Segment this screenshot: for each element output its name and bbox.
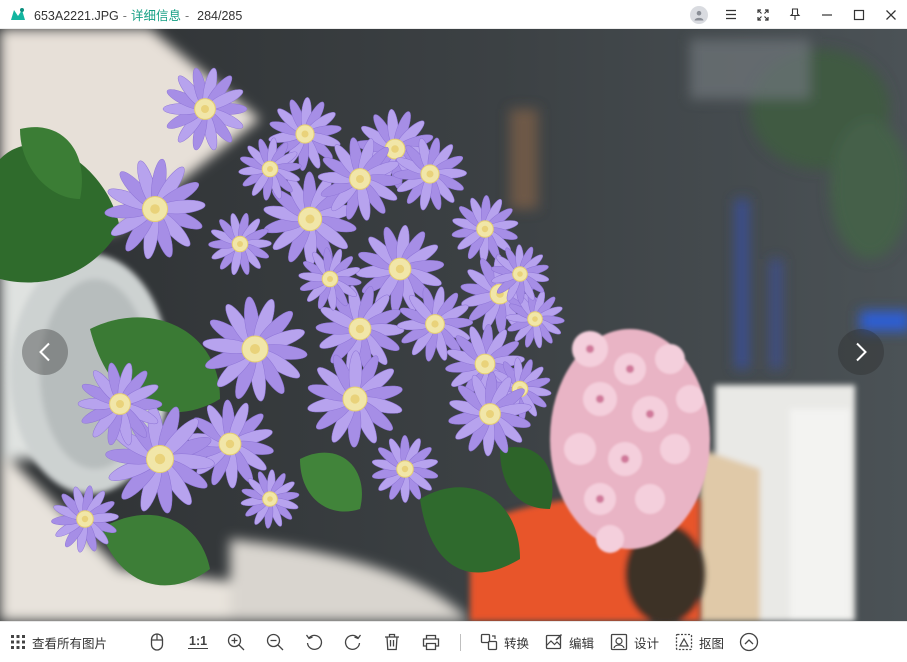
- hamburger-menu-icon: [726, 9, 736, 20]
- window-controls: [683, 0, 907, 29]
- image-viewer-window: 653A2221.JPG - 详细信息 -284/285 查看所有图片 1:1 …: [0, 0, 907, 662]
- next-image-button[interactable]: [838, 329, 884, 375]
- grid-icon: [11, 635, 25, 649]
- zoom-in-button[interactable]: [227, 622, 245, 662]
- chevron-left-icon: [39, 342, 50, 362]
- actual-size-button[interactable]: 1:1: [188, 622, 209, 662]
- fullscreen-button[interactable]: [747, 0, 779, 29]
- mouse-icon: [150, 633, 164, 651]
- cutout-label: 抠图: [699, 636, 725, 651]
- file-name: 653A2221.JPG: [34, 8, 119, 23]
- close-icon: [886, 9, 896, 20]
- menu-button[interactable]: [715, 0, 747, 29]
- cutout-button[interactable]: 抠图: [675, 622, 724, 662]
- zoom-out-icon: [266, 633, 284, 651]
- maximize-button[interactable]: [843, 0, 875, 29]
- design-label: 设计: [634, 636, 660, 651]
- account-button[interactable]: [683, 0, 715, 29]
- edit-label: 编辑: [569, 636, 595, 651]
- convert-button[interactable]: 转换: [480, 622, 529, 662]
- delete-button[interactable]: [384, 622, 400, 662]
- design-icon: [610, 633, 628, 651]
- image-counter: 284/285: [197, 8, 243, 23]
- edit-image-icon: [545, 633, 563, 650]
- zoom-in-icon: [227, 633, 245, 651]
- pin-icon: [789, 8, 801, 20]
- actual-size-label: 1:1: [188, 634, 209, 649]
- print-button[interactable]: [422, 622, 440, 662]
- window-title: 653A2221.JPG - 详细信息 -284/285: [34, 5, 242, 24]
- zoom-out-button[interactable]: [266, 622, 284, 662]
- user-icon: [694, 10, 704, 20]
- title-separator: -: [122, 8, 127, 23]
- convert-label: 转换: [504, 636, 530, 651]
- minimize-icon: [822, 13, 832, 16]
- fullscreen-icon: [757, 8, 769, 21]
- bottom-toolbar: 查看所有图片 1:1 转换 编辑 设计 抠图: [0, 621, 907, 662]
- mouse-mode-button[interactable]: [150, 622, 164, 662]
- maximize-icon: [853, 9, 865, 20]
- expand-panel-button[interactable]: [739, 622, 759, 662]
- rotate-left-icon: [305, 634, 323, 651]
- rotate-right-button[interactable]: [344, 622, 362, 662]
- convert-icon: [480, 633, 498, 651]
- chevron-right-icon: [856, 342, 867, 362]
- previous-image-button[interactable]: [22, 329, 68, 375]
- photo-flowers: [0, 29, 907, 621]
- edit-button[interactable]: 编辑: [545, 622, 594, 662]
- toolbar-divider: [460, 634, 461, 651]
- design-button[interactable]: 设计: [610, 622, 659, 662]
- rotate-left-button[interactable]: [305, 622, 323, 662]
- app-logo-icon: [10, 6, 26, 22]
- view-all-button[interactable]: 查看所有图片: [10, 622, 107, 662]
- rotate-right-icon: [344, 634, 362, 651]
- photo-viewport[interactable]: [0, 29, 907, 621]
- chevron-up-circle-icon: [739, 632, 759, 652]
- minimize-button[interactable]: [811, 0, 843, 29]
- printer-icon: [422, 634, 440, 650]
- close-button[interactable]: [875, 0, 907, 29]
- view-all-label: 查看所有图片: [32, 636, 108, 651]
- title-bar: 653A2221.JPG - 详细信息 -284/285: [0, 0, 907, 29]
- pin-button[interactable]: [779, 0, 811, 29]
- avatar: [690, 5, 708, 24]
- cutout-icon: [675, 633, 693, 651]
- details-link[interactable]: 详细信息: [131, 9, 181, 23]
- title-separator-2: -: [184, 8, 190, 23]
- trash-icon: [385, 633, 399, 651]
